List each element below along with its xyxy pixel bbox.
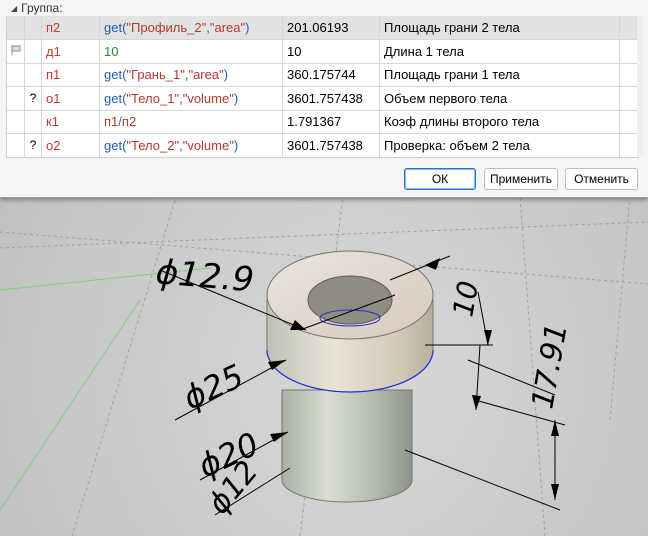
variables-table[interactable]: п2 get("Профиль_2","area") 201.06193 Площад…	[6, 16, 639, 158]
row-mark-cell: ?	[25, 133, 42, 157]
description-cell[interactable]: Коэф длины второго тела	[380, 110, 620, 133]
row-mark-cell	[25, 63, 42, 86]
table-row[interactable]: п1 get("Грань_1","area") 360.175744 Площадь…	[7, 63, 638, 87]
axis-lines	[0, 267, 211, 511]
extra-cell[interactable]	[620, 40, 638, 63]
expression-token: get(	[104, 90, 127, 106]
expression-cell[interactable]: get("Тело_2","volume")	[100, 133, 283, 157]
group-header[interactable]: ◢ Группа:	[0, 0, 648, 16]
dim-height-10: 10	[446, 278, 485, 319]
variables-dialog: ◢ Группа: п2 get("Профиль_2","area") 201.0…	[0, 0, 648, 198]
expression-token: "Тело_2"	[126, 137, 180, 153]
value-cell: 3601.757438	[283, 133, 380, 157]
expression-token: get(	[104, 20, 127, 35]
expression-token: )	[223, 67, 229, 82]
expression-token: п1	[104, 114, 119, 129]
dim-diameter-25: ϕ25	[177, 357, 249, 418]
table-row[interactable]: к1 п1/п2 1.791367 Коэф длины второго тела	[7, 110, 638, 134]
cancel-button[interactable]: Отменить	[565, 168, 638, 190]
row-mark-cell: ?	[25, 86, 42, 110]
row-flag-cell[interactable]	[7, 110, 25, 133]
row-flag-cell[interactable]	[7, 63, 25, 86]
variable-name-cell[interactable]: к1	[42, 110, 100, 133]
value-cell: 3601.757438	[283, 86, 380, 110]
value-cell: 10	[283, 39, 380, 63]
row-flag-cell[interactable]	[7, 16, 25, 39]
row-mark-cell	[25, 16, 42, 39]
value-cell: 360.175744	[283, 63, 380, 86]
lower-cylinder	[281, 389, 413, 503]
description-cell[interactable]: Длина 1 тела	[380, 39, 620, 63]
description-cell[interactable]: Площадь грани 1 тела	[380, 63, 620, 86]
variable-name-cell[interactable]: д1	[42, 39, 100, 63]
expression-token: "Грань_1"	[126, 67, 185, 82]
expression-cell[interactable]: п1/п2	[100, 110, 283, 133]
description-cell[interactable]: Объем первого тела	[380, 86, 620, 110]
ok-button[interactable]: ОК	[404, 168, 476, 190]
expression-token: "volume"	[182, 90, 234, 106]
extra-cell[interactable]	[620, 63, 638, 86]
expression-cell[interactable]: 10	[100, 39, 283, 63]
upper-cylinder	[266, 250, 434, 393]
variable-name-cell[interactable]: о1	[42, 86, 100, 110]
table-row[interactable]: ? о2 get("Тело_2","volume") 3601.757438 Пров…	[7, 133, 638, 157]
expression-token: )	[245, 20, 250, 35]
expression-token: )	[233, 90, 239, 106]
collapse-triangle-icon[interactable]: ◢	[11, 4, 17, 13]
row-mark-cell	[25, 110, 42, 133]
description-cell[interactable]: Площадь грани 2 тела	[380, 16, 620, 39]
extra-cell[interactable]	[620, 134, 638, 157]
extra-cell[interactable]	[620, 110, 638, 133]
expression-token: "Тело_1"	[126, 90, 180, 106]
description-cell[interactable]: Проверка: объем 2 тела	[380, 133, 620, 157]
variable-name-cell[interactable]: п2	[42, 16, 100, 39]
table-row[interactable]: д1 10 10 Длина 1 тела	[7, 39, 638, 64]
dim-diameter-12-9: ϕ12.9	[154, 252, 255, 300]
row-flag-cell[interactable]	[7, 86, 25, 110]
expression-token: get(	[104, 137, 127, 153]
value-cell: 201.06193	[283, 16, 380, 39]
expression-token: )	[233, 137, 239, 153]
variable-name-cell[interactable]: п1	[42, 63, 100, 86]
expression-token: 10	[104, 43, 119, 59]
expression-token: get(	[104, 67, 127, 82]
table-row[interactable]: ? о1 get("Тело_1","volume") 3601.757438 Объе…	[7, 86, 638, 111]
variable-name-cell[interactable]: о2	[42, 133, 100, 157]
group-label: Группа:	[21, 1, 63, 15]
expression-token: "volume"	[182, 137, 234, 153]
extra-cell[interactable]	[620, 16, 638, 39]
row-flag-cell[interactable]	[7, 133, 25, 157]
expression-token: "area"	[209, 20, 246, 35]
extra-cell[interactable]	[620, 87, 638, 110]
expression-cell[interactable]: get("Грань_1","area")	[100, 63, 283, 86]
dim-height-17-91: 17.91	[525, 321, 574, 412]
expression-token: "Профиль_2"	[126, 20, 207, 35]
expression-cell[interactable]: get("Профиль_2","area")	[100, 16, 283, 39]
value-cell: 1.791367	[283, 110, 380, 133]
table-scrollbar[interactable]	[637, 16, 643, 157]
row-mark-cell	[25, 39, 42, 63]
expression-token: п2	[121, 114, 137, 129]
expression-cell[interactable]: get("Тело_1","volume")	[100, 86, 283, 110]
apply-button[interactable]: Применить	[484, 168, 558, 190]
flag-icon[interactable]	[7, 39, 25, 63]
expression-token: "area"	[188, 67, 224, 82]
table-row[interactable]: п2 get("Профиль_2","area") 201.06193 Площад…	[7, 16, 638, 40]
